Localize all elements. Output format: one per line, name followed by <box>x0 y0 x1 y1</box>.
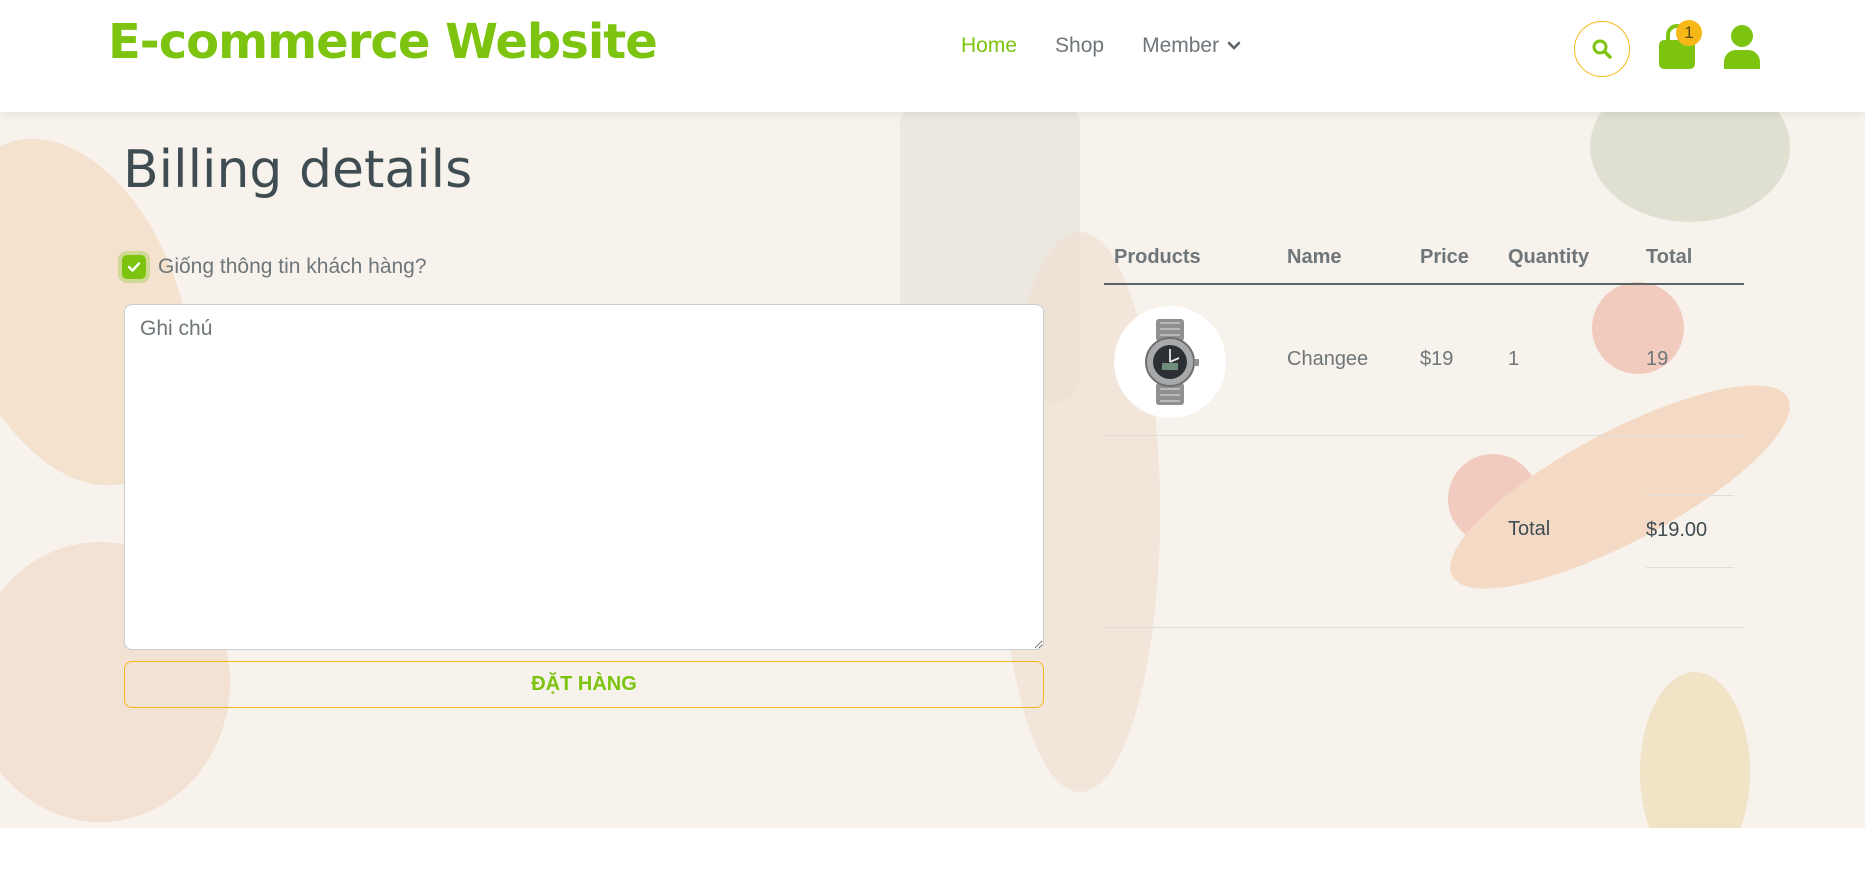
cart-count-badge: 1 <box>1676 20 1702 46</box>
row-divider <box>1104 435 1744 436</box>
header-name: Name <box>1287 246 1342 268</box>
summary-total-label: Total <box>1508 518 1551 540</box>
header-price: Price <box>1420 246 1469 268</box>
same-info-checkbox[interactable] <box>122 255 146 279</box>
summary-total-value: $19.00 <box>1646 519 1708 541</box>
place-order-button[interactable]: ĐẶT HÀNG <box>124 661 1044 708</box>
product-image[interactable] <box>1114 306 1226 418</box>
summary-bottom-divider <box>1646 567 1734 568</box>
nav-shop[interactable]: Shop <box>1055 34 1104 58</box>
main-nav: Home Shop Member <box>961 34 1279 58</box>
note-textarea[interactable] <box>124 304 1044 650</box>
row-name: Changee <box>1287 348 1369 370</box>
same-info-label: Giống thông tin khách hàng? <box>158 255 427 278</box>
decor-broccoli <box>1590 112 1790 222</box>
header-products: Products <box>1114 246 1201 268</box>
header-quantity: Quantity <box>1508 246 1590 268</box>
checkmark-icon <box>127 262 141 272</box>
row-total: 19 <box>1646 348 1669 370</box>
nav-member[interactable]: Member <box>1142 34 1241 58</box>
nav-home[interactable]: Home <box>961 34 1017 58</box>
search-button[interactable] <box>1574 21 1630 77</box>
row-price: $19 <box>1420 348 1454 370</box>
table-end-divider <box>1104 627 1744 628</box>
search-icon <box>1592 39 1612 59</box>
site-header: E-commerce Website Home Shop Member 1 <box>0 0 1865 112</box>
decor-tomato-1 <box>1592 282 1684 374</box>
header-total: Total <box>1646 246 1693 268</box>
page-title: Billing details <box>123 140 473 200</box>
summary-top-divider <box>1646 495 1734 496</box>
nav-member-label: Member <box>1142 34 1220 57</box>
chevron-down-icon <box>1227 41 1241 50</box>
same-info-row: Giống thông tin khách hàng? <box>122 255 427 279</box>
header-divider <box>1104 283 1744 285</box>
decor-banana <box>1640 672 1750 828</box>
watch-icon <box>1145 319 1199 405</box>
user-icon[interactable] <box>1722 24 1762 70</box>
site-logo[interactable]: E-commerce Website <box>108 14 658 70</box>
row-quantity: 1 <box>1508 348 1520 370</box>
